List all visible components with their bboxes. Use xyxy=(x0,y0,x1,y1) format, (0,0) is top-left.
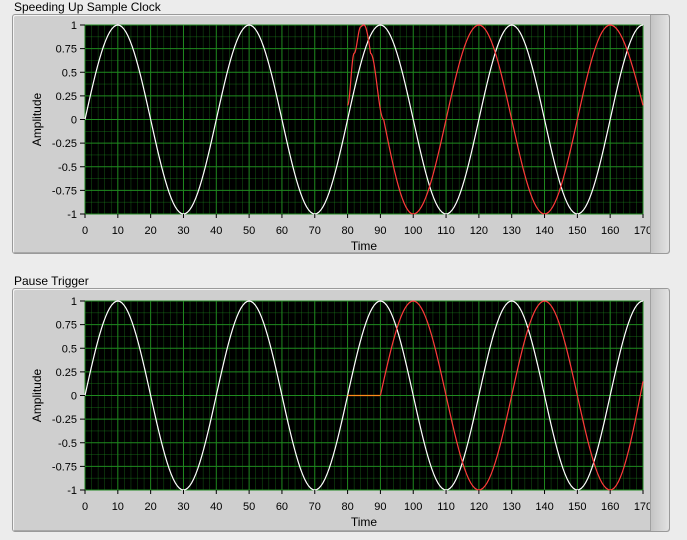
y-tick-label: -0.75 xyxy=(52,461,77,473)
x-tick-label: 140 xyxy=(535,225,553,237)
x-tick-label: 70 xyxy=(309,225,321,237)
waveform-graph-sample-clock[interactable]: 1 0.75 0.5 0.25 0 -0.25 -0.5 -0.75 -1 0 10 20 30 40 50… xyxy=(13,15,669,253)
x-tick-label: 10 xyxy=(112,225,124,237)
chart-title-sample-clock: Speeding Up Sample Clock xyxy=(14,0,161,14)
x-tick-label: 110 xyxy=(437,501,455,513)
x-axis-label: Time xyxy=(351,239,378,253)
y-tick-label: 0.25 xyxy=(56,367,77,379)
x-tick-label: 150 xyxy=(568,225,586,237)
x-tick-label: 30 xyxy=(177,501,189,513)
y-tick-label: -0.75 xyxy=(52,185,77,197)
x-axis-label: Time xyxy=(351,515,378,529)
y-tick-label: 0 xyxy=(71,115,77,127)
x-tick-label: 90 xyxy=(374,501,386,513)
x-tick-label: 30 xyxy=(177,225,189,237)
graph-frame-sample-clock: 1 0.75 0.5 0.25 0 -0.25 -0.5 -0.75 -1 0 10 20 30 40 50… xyxy=(12,14,670,254)
x-tick-label: 130 xyxy=(503,225,521,237)
x-tick-label: 170 xyxy=(634,501,652,513)
x-tick-label: 120 xyxy=(470,501,488,513)
x-tick-label: 100 xyxy=(404,225,422,237)
y-tick-label: -0.5 xyxy=(58,162,77,174)
x-tick-label: 120 xyxy=(470,225,488,237)
x-tick-label: 170 xyxy=(634,225,652,237)
y-tick-label: 1 xyxy=(71,20,77,32)
x-tick-label: 80 xyxy=(341,225,353,237)
y-tick-label: -0.25 xyxy=(52,414,77,426)
x-tick-label: 150 xyxy=(568,501,586,513)
y-axis-label: Amplitude xyxy=(30,369,44,423)
y-axis-label: Amplitude xyxy=(30,93,44,147)
x-tick-label: 130 xyxy=(503,501,521,513)
graph-frame-pause-trigger: 1 0.75 0.5 0.25 0 -0.25 -0.5 -0.75 -1 0 10 20 30 40 50… xyxy=(12,288,670,532)
x-tick-label: 0 xyxy=(82,501,88,513)
y-tick-label: 0.75 xyxy=(56,320,77,332)
x-tick-label: 160 xyxy=(601,225,619,237)
x-tick-label: 20 xyxy=(145,225,157,237)
chart-title-pause-trigger: Pause Trigger xyxy=(14,274,89,288)
y-tick-label: 0.5 xyxy=(62,67,77,79)
x-tick-label: 10 xyxy=(112,501,124,513)
x-tick-label: 50 xyxy=(243,225,255,237)
y-tick-label: -1 xyxy=(67,209,77,221)
x-tick-label: 80 xyxy=(341,501,353,513)
x-tick-label: 100 xyxy=(404,501,422,513)
y-tick-label: 0.25 xyxy=(56,91,77,103)
x-tick-label: 60 xyxy=(276,225,288,237)
x-tick-label: 110 xyxy=(437,225,455,237)
x-tick-label: 0 xyxy=(82,225,88,237)
x-tick-label: 20 xyxy=(145,501,157,513)
waveform-graph-pause-trigger[interactable]: 1 0.75 0.5 0.25 0 -0.25 -0.5 -0.75 -1 0 10 20 30 40 50… xyxy=(13,289,669,531)
x-tick-label: 90 xyxy=(374,225,386,237)
x-tick-label: 160 xyxy=(601,501,619,513)
y-tick-label: -1 xyxy=(67,485,77,497)
x-tick-label: 140 xyxy=(535,501,553,513)
y-tick-label: -0.5 xyxy=(58,438,77,450)
x-tick-label: 70 xyxy=(309,501,321,513)
x-tick-label: 40 xyxy=(210,501,222,513)
y-tick-label: 0.75 xyxy=(56,44,77,56)
y-tick-label: 0 xyxy=(71,391,77,403)
y-tick-label: 0.5 xyxy=(62,343,77,355)
x-tick-label: 50 xyxy=(243,501,255,513)
y-tick-label: 1 xyxy=(71,296,77,308)
x-tick-label: 40 xyxy=(210,225,222,237)
x-tick-label: 60 xyxy=(276,501,288,513)
y-tick-label: -0.25 xyxy=(52,138,77,150)
